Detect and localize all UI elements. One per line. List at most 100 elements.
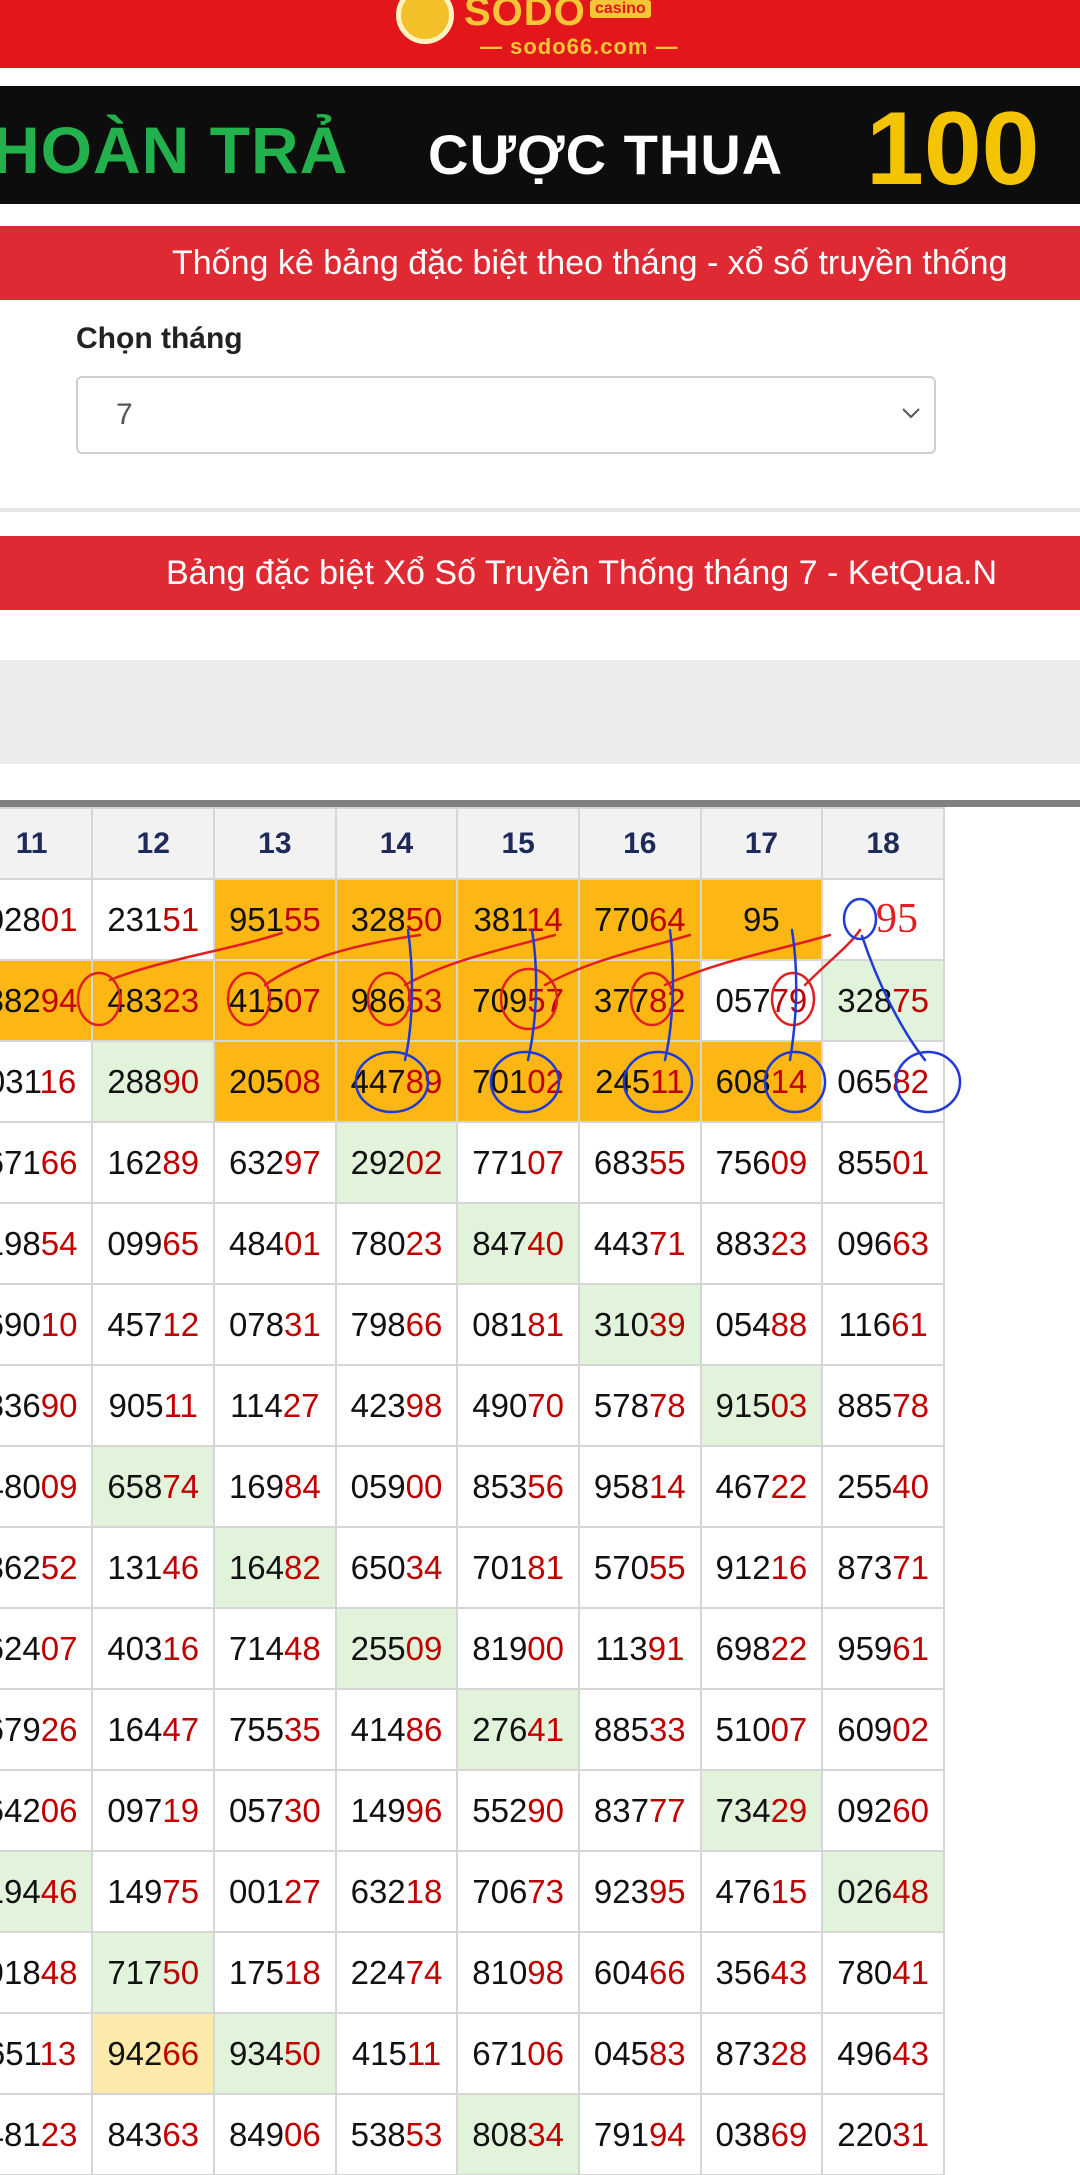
prize-lead-digits: 905 bbox=[108, 1386, 164, 1424]
prize-lead-digits: 849 bbox=[228, 2115, 285, 2153]
prize-last-two-digits: 40 bbox=[527, 1224, 565, 1262]
prize-lead-digits: 756 bbox=[715, 1143, 771, 1181]
prize-cell: 25509 bbox=[334, 1607, 459, 1690]
prize-lead-digits: 356 bbox=[715, 1953, 771, 1991]
prize-lead-digits: 671 bbox=[0, 1143, 41, 1181]
prize-cell: 65874 bbox=[91, 1445, 216, 1528]
prize-last-two-digits: 14 bbox=[770, 1062, 808, 1100]
prize-last-two-digits: 84 bbox=[284, 1467, 321, 1505]
prize-lead-digits: 650 bbox=[350, 1548, 406, 1586]
prize-last-two-digits: 66 bbox=[648, 1953, 686, 1991]
prize-lead-digits: 310 bbox=[593, 1305, 649, 1343]
prize-last-two-digits: 50 bbox=[405, 900, 443, 938]
prize-last-two-digits: 02 bbox=[527, 1062, 565, 1100]
prize-lead-digits: 377 bbox=[593, 981, 649, 1019]
prize-last-two-digits: 01 bbox=[892, 1143, 929, 1181]
prize-last-two-digits: 90 bbox=[162, 1062, 200, 1100]
prize-lead-digits: 552 bbox=[472, 1791, 528, 1829]
prize-last-two-digits: 41 bbox=[892, 1953, 929, 1991]
prize-cell: 44789 bbox=[334, 1040, 459, 1123]
prize-lead-digits: 483 bbox=[107, 981, 163, 1019]
prize-cell: 27641 bbox=[456, 1688, 580, 1771]
prize-last-two-digits: 60 bbox=[892, 1791, 929, 1829]
prize-cell: 83777 bbox=[577, 1769, 702, 1852]
prize-lead-digits: 476 bbox=[715, 1872, 771, 1910]
prize-cell: 19854 bbox=[0, 1202, 94, 1285]
prize-cell: 79866 bbox=[334, 1283, 459, 1366]
promo-banner[interactable]: HOÀN TRẢ CƯỢC THUA 100 bbox=[0, 86, 1080, 204]
prize-last-two-digits: 78 bbox=[892, 1386, 929, 1424]
prize-lead-digits: 276 bbox=[472, 1710, 528, 1748]
prize-lead-digits: 604 bbox=[593, 1953, 649, 1991]
month-select[interactable]: 7 bbox=[76, 376, 936, 454]
prize-last-two-digits: 01 bbox=[40, 900, 78, 938]
prize-cell: 63297 bbox=[213, 1121, 337, 1204]
prize-cell: 51007 bbox=[699, 1688, 824, 1771]
day-header: 12 bbox=[91, 807, 216, 880]
prize-last-two-digits: 26 bbox=[40, 1710, 78, 1748]
prize-cell: 69822 bbox=[699, 1607, 824, 1690]
prize-cell: 42398 bbox=[334, 1364, 459, 1447]
prize-cell: 22474 bbox=[334, 1931, 459, 2014]
prize-lead-digits: 671 bbox=[472, 2034, 528, 2072]
table-row: 6903116288902050844789701022451160814065… bbox=[0, 1040, 945, 1123]
prize-cell: 09719 bbox=[91, 1769, 216, 1852]
prize-cell: 23151 bbox=[91, 878, 216, 961]
prize-lead-digits: 810 bbox=[472, 1953, 528, 1991]
prize-last-two-digits: 81 bbox=[527, 1305, 565, 1343]
prize-last-two-digits: 50 bbox=[284, 2034, 321, 2072]
prize-lead-digits: 415 bbox=[228, 981, 285, 1019]
month-stats-banner: Thống kê bảng đặc biệt theo tháng - xổ s… bbox=[0, 226, 1080, 300]
prize-cell: 08181 bbox=[456, 1283, 580, 1366]
prize-last-two-digits: 94 bbox=[40, 981, 78, 1019]
brand-logo[interactable]: SODO casino — sodo66.com — bbox=[392, 0, 692, 62]
prize-lead-digits: 065 bbox=[837, 1062, 893, 1100]
prize-cell: 70957 bbox=[456, 959, 580, 1042]
prize-cell: 03869 bbox=[699, 2093, 824, 2175]
prize-last-two-digits: 23 bbox=[405, 1224, 443, 1262]
prize-last-two-digits: 03 bbox=[770, 1386, 808, 1424]
prize-cell: 85356 bbox=[456, 1445, 580, 1528]
prize-cell: 48401 bbox=[213, 1202, 337, 1285]
promo-text-3: 100 bbox=[866, 91, 1040, 204]
table-title: Bảng đặc biệt Xổ Số Truyền Thống tháng 7… bbox=[166, 554, 998, 592]
prize-cell: 67106 bbox=[456, 2012, 580, 2095]
prize-cell: 91216 bbox=[699, 1526, 824, 1609]
prize-lead-digits: 651 bbox=[0, 2034, 40, 2072]
prize-last-two-digits: 75 bbox=[162, 1872, 200, 1910]
prize-lead-digits: 709 bbox=[472, 981, 528, 1019]
prize-cell: 57055 bbox=[577, 1526, 702, 1609]
prize-cell: 00127 bbox=[213, 1850, 337, 1933]
prize-last-two-digits: 11 bbox=[163, 1386, 198, 1424]
prize-lead-digits: 328 bbox=[837, 981, 893, 1019]
prize-lead-digits: 714 bbox=[228, 1629, 285, 1667]
prize-lead-digits: 038 bbox=[715, 2115, 771, 2153]
prize-cell: 71750 bbox=[91, 1931, 216, 2014]
prize-last-two-digits: 54 bbox=[40, 1224, 78, 1262]
logo-url: — sodo66.com — bbox=[480, 34, 679, 59]
special-prize-table-container[interactable]: 101112131415161718 720280123151951553285… bbox=[0, 800, 1080, 2175]
prize-cell: 67926 bbox=[0, 1688, 94, 1771]
prize-cell: 70102 bbox=[456, 1040, 580, 1123]
prize-lead-digits: 755 bbox=[228, 1710, 285, 1748]
prize-cell: 41511 bbox=[334, 2012, 459, 2095]
prize-cell: 19446 bbox=[0, 1850, 94, 1933]
prize-lead-digits: 457 bbox=[107, 1305, 163, 1343]
table-row: 0438294483234150798653709573778205779328… bbox=[0, 959, 945, 1042]
prize-cell: 35643 bbox=[699, 1931, 824, 2014]
prize-cell: 81900 bbox=[456, 1607, 580, 1690]
prize-cell: 36252 bbox=[0, 1526, 94, 1609]
table-header-row: 101112131415161718 bbox=[0, 807, 945, 880]
prize-cell: 44371 bbox=[577, 1202, 702, 1285]
prize-last-two-digits: 95 bbox=[648, 1872, 686, 1910]
prize-lead-digits: 059 bbox=[350, 1467, 406, 1505]
prize-last-two-digits: 19 bbox=[162, 1791, 200, 1829]
prize-last-two-digits: 31 bbox=[284, 1305, 321, 1343]
prize-cell: 93450 bbox=[213, 2012, 337, 2095]
prize-lead-digits: 403 bbox=[107, 1629, 163, 1667]
prize-lead-digits: 934 bbox=[228, 2034, 285, 2072]
prize-lead-digits: 843 bbox=[107, 2115, 163, 2153]
prize-last-two-digits: 28 bbox=[770, 2034, 808, 2072]
prize-lead-digits: 057 bbox=[715, 981, 771, 1019]
prize-last-two-digits: 57 bbox=[527, 981, 565, 1019]
